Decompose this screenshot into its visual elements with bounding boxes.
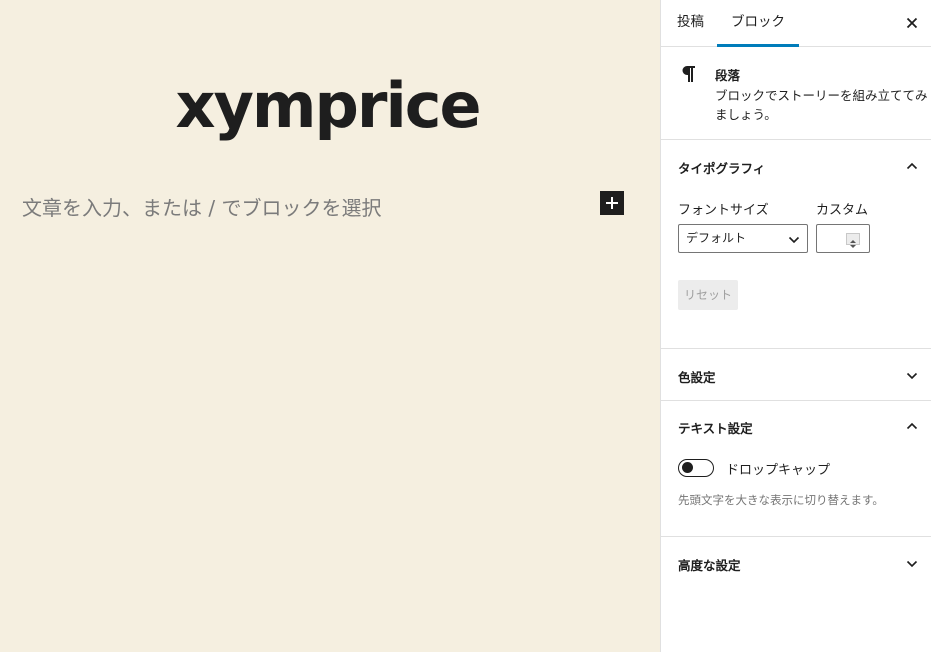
font-size-select[interactable]: デフォルト [678, 224, 808, 253]
custom-size-input[interactable] [816, 224, 870, 253]
font-size-label: フォントサイズ [678, 203, 769, 218]
tab-post[interactable]: 投稿 [677, 0, 704, 47]
number-spinner[interactable] [846, 233, 860, 248]
block-description: ブロックでストーリーを組み立ててみましょう。 [715, 88, 928, 122]
reset-button[interactable]: リセット [678, 280, 738, 310]
font-size-select-value: デフォルト [686, 231, 747, 245]
panel-text-settings: テキスト設定 ドロップキャップ 先頭文字を大きな表示に切り替えます。 [661, 401, 931, 537]
close-icon[interactable] [903, 14, 921, 32]
chevron-up-icon[interactable] [905, 159, 919, 173]
post-title[interactable]: xymprice [0, 66, 655, 146]
panel-advanced: 高度な設定 [661, 537, 931, 589]
chevron-down-icon[interactable] [905, 557, 919, 571]
editor-canvas[interactable]: xymprice 文章を入力、または / でブロックを選択 [0, 0, 661, 652]
spinner-arrows-icon [850, 240, 856, 248]
drop-cap-label: ドロップキャップ [726, 463, 831, 478]
tab-block[interactable]: ブロック [717, 0, 799, 47]
paragraph-placeholder[interactable]: 文章を入力、または / でブロックを選択 [22, 194, 381, 222]
panel-typography-title[interactable]: タイポグラフィ [678, 158, 765, 177]
sidebar-tabs: 投稿 ブロック [661, 0, 931, 47]
settings-sidebar: 投稿 ブロック 段落 ブロックでストーリーを組み立ててみましょう。 タイポグラフ… [660, 0, 931, 652]
block-name: 段落 [715, 68, 741, 83]
drop-cap-help: 先頭文字を大きな表示に切り替えます。 [678, 493, 884, 507]
chevron-up-icon[interactable] [905, 419, 919, 433]
block-inserter-button[interactable] [600, 191, 624, 215]
paragraph-icon [682, 66, 695, 82]
custom-size-label: カスタム [816, 203, 869, 218]
panel-advanced-title[interactable]: 高度な設定 [678, 555, 741, 574]
panel-text-settings-title[interactable]: テキスト設定 [678, 418, 753, 437]
panel-typography: タイポグラフィ フォントサイズ カスタム デフォルト リセット [661, 140, 931, 349]
chevron-down-icon[interactable] [905, 369, 919, 383]
chevron-down-icon [788, 236, 800, 244]
toggle-knob [682, 462, 693, 473]
block-card: 段落 ブロックでストーリーを組み立ててみましょう。 [661, 47, 931, 140]
drop-cap-toggle[interactable] [678, 459, 714, 477]
plus-icon [606, 197, 618, 209]
panel-color: 色設定 [661, 349, 931, 401]
panel-color-title[interactable]: 色設定 [678, 367, 716, 386]
